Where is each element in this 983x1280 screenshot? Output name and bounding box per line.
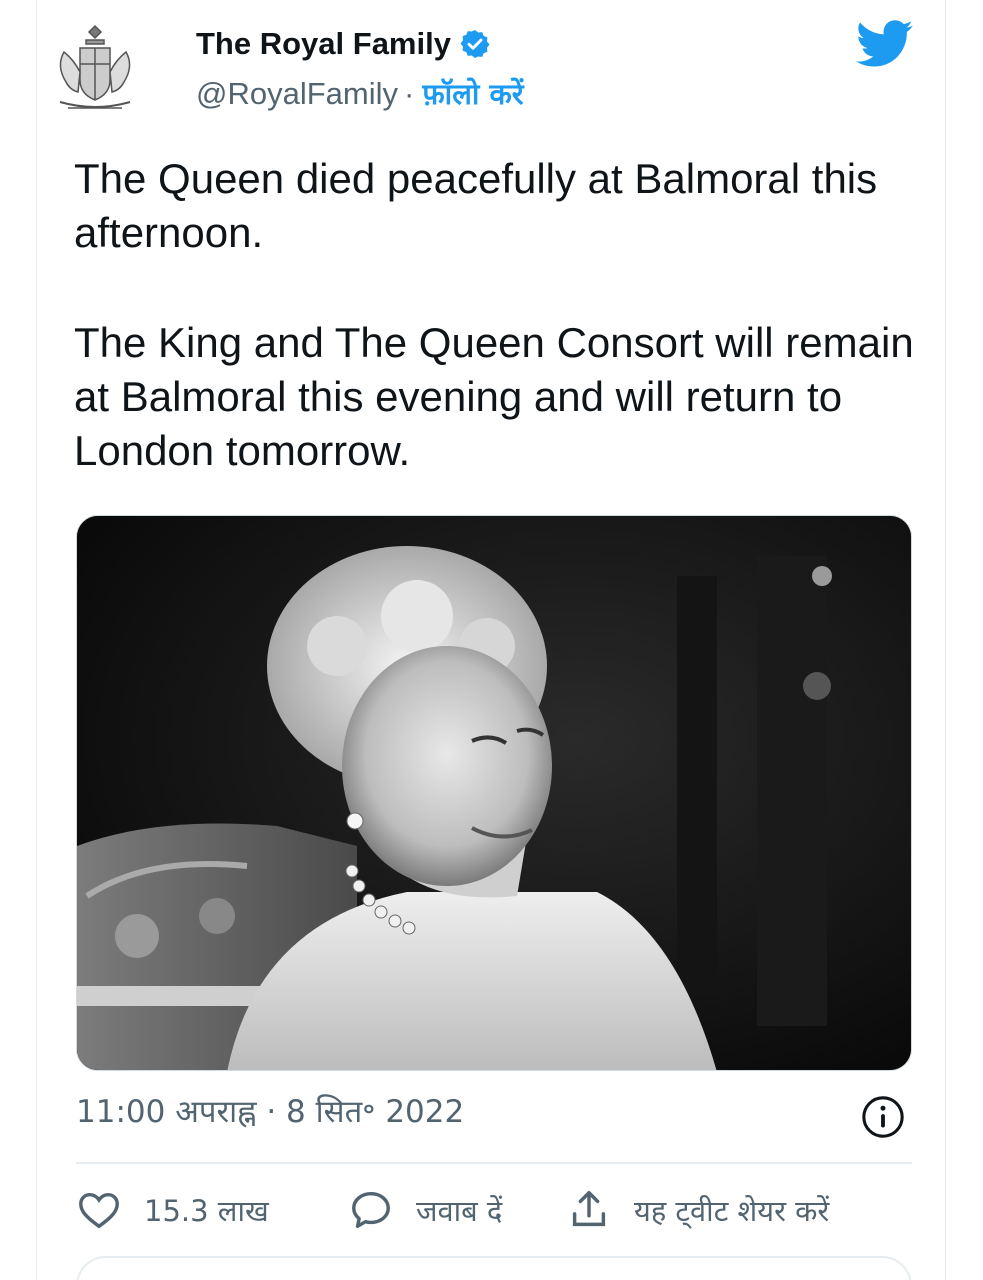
share-label: यह ट्वीट शेयर करें (634, 1193, 830, 1228)
reply-bubble-icon (352, 1191, 390, 1229)
read-replies-button[interactable] (76, 1256, 912, 1280)
author-name-row[interactable]: The Royal Family (196, 26, 491, 62)
tweet-photo[interactable] (76, 515, 912, 1071)
like-button[interactable]: 15.3 लाख (76, 1187, 348, 1233)
author-name[interactable]: The Royal Family (196, 26, 451, 62)
tweet-timestamp[interactable]: 11:00 अपराह्न · 8 सित॰ 2022 (76, 1090, 464, 1132)
heart-icon (79, 1192, 119, 1229)
handle-separator: · (404, 75, 415, 111)
share-button[interactable]: यह ट्वीट शेयर करें (566, 1187, 829, 1233)
divider (76, 1162, 912, 1164)
follow-button[interactable]: फ़ॉलो करें (422, 74, 523, 113)
author-handle[interactable]: @RoyalFamily (196, 76, 398, 112)
reply-label: जवाब दें (416, 1193, 503, 1228)
verified-badge-icon (459, 28, 491, 60)
royal-coat-of-arms-icon[interactable] (50, 18, 140, 118)
info-icon[interactable] (860, 1094, 906, 1140)
twitter-bird-icon[interactable] (855, 20, 914, 68)
tweet-paragraph: The Queen died peacefully at Balmoral th… (74, 155, 878, 256)
reply-button[interactable]: जवाब दें (348, 1187, 566, 1233)
share-icon (572, 1191, 606, 1227)
tweet-paragraph: The King and The Queen Consort will rema… (74, 319, 914, 474)
tweet-header: The Royal Family @RoyalFamily · फ़ॉलो कर… (50, 18, 930, 128)
author-handle-row: @RoyalFamily · फ़ॉलो करें (196, 74, 524, 113)
tweet-actions: 15.3 लाख जवाब दें यह ट्वीट शेयर करें (76, 1180, 912, 1240)
like-count: 15.3 लाख (144, 1193, 269, 1228)
tweet-text: The Queen died peacefully at Balmoral th… (74, 152, 914, 478)
